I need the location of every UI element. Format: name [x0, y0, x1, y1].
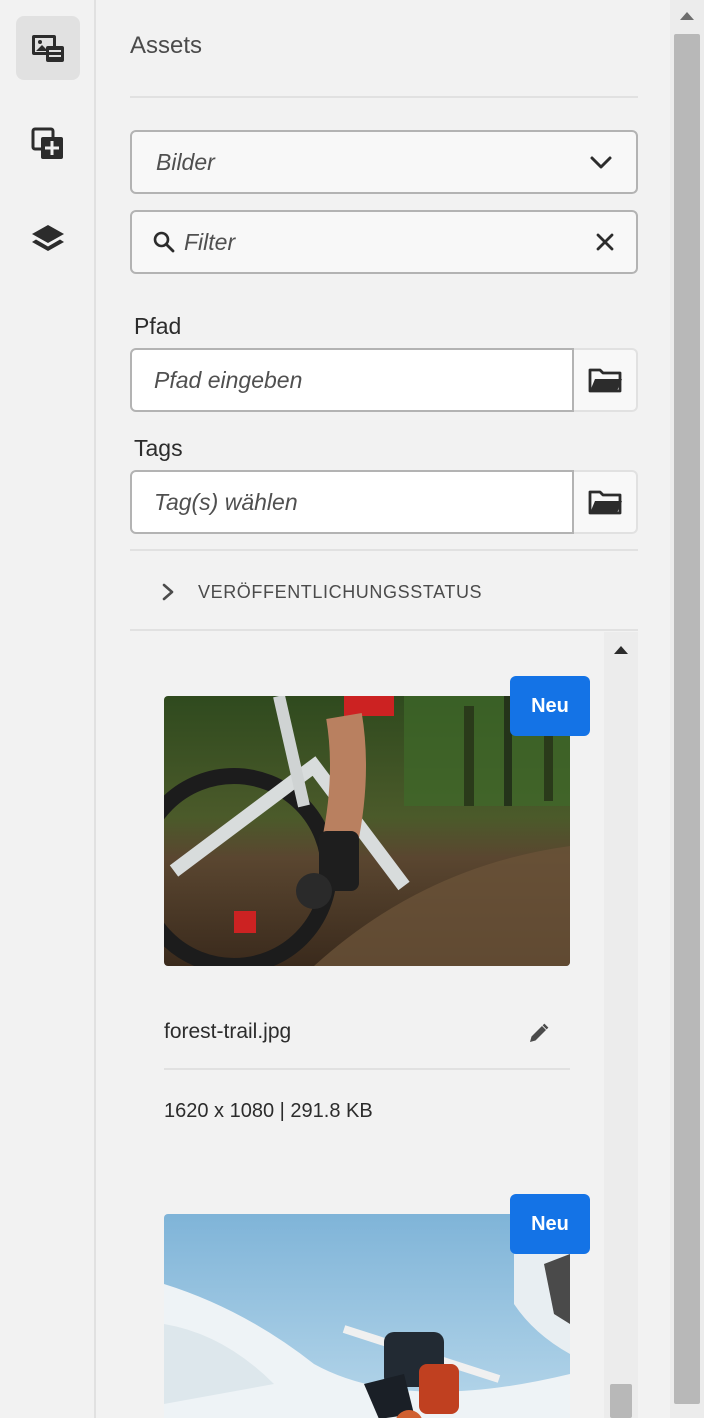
new-badge: Neu	[510, 1194, 590, 1254]
path-picker	[130, 348, 638, 412]
path-browse-button[interactable]	[574, 348, 638, 412]
search-icon	[153, 231, 175, 253]
tags-field[interactable]	[130, 470, 574, 534]
asset-thumbnail	[164, 696, 570, 966]
layers-icon	[32, 225, 64, 251]
scrollbar-thumb[interactable]	[674, 34, 700, 1404]
path-label: Pfad	[134, 313, 182, 339]
tags-browse-button[interactable]	[574, 470, 638, 534]
scroll-up-arrow-icon[interactable]	[680, 12, 694, 20]
assets-panel: Assets Bilder Pfad Tags	[98, 0, 670, 1418]
panel-scrollbar[interactable]	[670, 0, 704, 1418]
asset-card[interactable]: Neu	[164, 1194, 590, 1418]
filter-field[interactable]	[130, 210, 638, 274]
scroll-up-arrow-icon[interactable]	[614, 646, 628, 654]
rail-layers-button[interactable]	[16, 208, 80, 272]
asset-list-scrollbar[interactable]	[604, 632, 638, 1418]
folder-icon	[588, 490, 622, 515]
divider	[130, 629, 638, 631]
assets-icon	[32, 35, 64, 62]
chevron-down-icon	[590, 156, 612, 169]
scrollbar-thumb[interactable]	[610, 1384, 632, 1418]
divider	[164, 1068, 570, 1070]
asset-type-select[interactable]: Bilder	[130, 130, 638, 194]
new-badge: Neu	[510, 676, 590, 736]
asset-meta: 1620 x 1080 | 291.8 KB	[164, 1100, 373, 1122]
asset-list: Neu forest-trail.jpg 1620 x 1080 | 291.8…	[130, 632, 638, 1418]
close-icon[interactable]	[594, 231, 616, 253]
panel-title: Assets	[130, 32, 203, 59]
asset-card[interactable]: Neu forest-trail.jpg 1620 x 1080 | 291.8…	[164, 676, 590, 1136]
folder-icon	[588, 368, 622, 393]
divider	[130, 96, 638, 98]
tags-picker	[130, 470, 638, 534]
asset-name: forest-trail.jpg	[164, 1020, 292, 1043]
asset-type-value: Bilder	[156, 148, 215, 175]
chevron-right-icon	[162, 583, 174, 601]
tags-input[interactable]	[132, 488, 572, 516]
publication-status-toggle[interactable]: VERÖFFENTLICHUNGSSTATUS	[158, 572, 482, 612]
filter-input[interactable]	[184, 228, 594, 256]
path-field[interactable]	[130, 348, 574, 412]
rail-assets-button[interactable]	[16, 16, 80, 80]
side-rail	[0, 0, 96, 1418]
edit-icon[interactable]	[526, 1022, 550, 1046]
divider	[130, 549, 638, 551]
components-icon	[31, 127, 63, 159]
tags-label: Tags	[134, 435, 183, 461]
publication-status-label: VERÖFFENTLICHUNGSSTATUS	[198, 581, 483, 602]
path-input[interactable]	[132, 366, 572, 394]
rail-components-button[interactable]	[16, 112, 80, 176]
